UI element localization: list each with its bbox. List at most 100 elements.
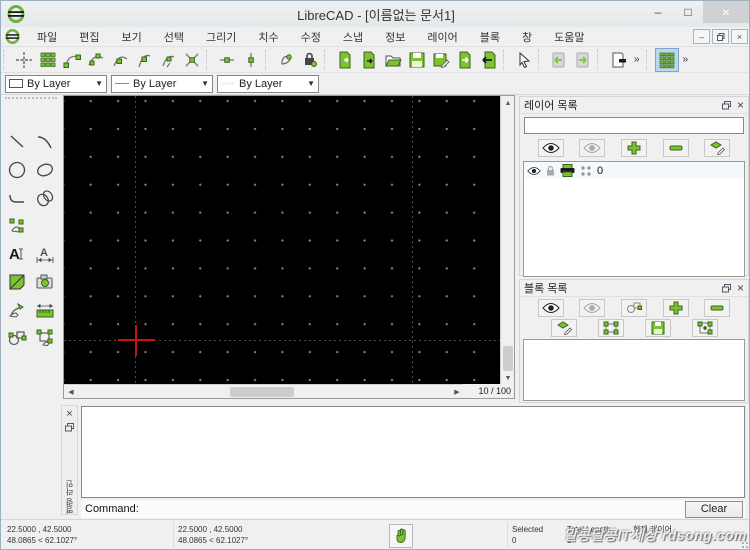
open-file-icon[interactable] xyxy=(381,48,405,72)
menu-draw[interactable]: 그리기 xyxy=(195,27,247,47)
layer-print-icon[interactable] xyxy=(560,164,575,177)
snap-on-entity-icon[interactable] xyxy=(84,48,108,72)
menu-modify[interactable]: 수정 xyxy=(290,27,332,47)
palette-handle[interactable] xyxy=(5,97,57,101)
vertical-scroll-thumb[interactable] xyxy=(503,346,513,371)
snap-center-icon[interactable] xyxy=(108,48,132,72)
float-panel-icon[interactable] xyxy=(721,100,731,110)
widget-options-icon[interactable] xyxy=(654,47,679,72)
hide-all-blocks-icon[interactable] xyxy=(579,299,606,317)
menu-view[interactable]: 보기 xyxy=(111,27,153,47)
edit-layer-icon[interactable] xyxy=(704,139,731,157)
menu-info[interactable]: 정보 xyxy=(374,27,416,47)
menu-snap[interactable]: 스냅 xyxy=(332,27,374,47)
edit-block-icon[interactable] xyxy=(550,319,577,337)
layer-construction-icon[interactable] xyxy=(580,165,592,177)
mdi-restore-icon[interactable] xyxy=(712,29,729,44)
save-icon[interactable] xyxy=(405,48,429,72)
save-as-icon[interactable] xyxy=(429,48,453,72)
command-dock-titlebar[interactable]: × 명령 라인 xyxy=(61,405,78,515)
remove-block-icon[interactable] xyxy=(704,299,731,317)
undo-icon[interactable] xyxy=(547,48,571,72)
menu-dimension[interactable]: 치수 xyxy=(247,27,289,47)
layer-lock-icon[interactable] xyxy=(546,165,555,176)
show-all-layers-icon[interactable] xyxy=(537,139,564,157)
layer-row[interactable]: 0 xyxy=(524,162,744,179)
close-icon[interactable]: × xyxy=(703,1,749,23)
vertical-scrollbar[interactable]: ▲ ▼ xyxy=(500,96,514,385)
grab-hand-icon[interactable] xyxy=(389,524,413,548)
command-input[interactable] xyxy=(139,501,685,517)
snap-distance-icon[interactable] xyxy=(156,48,180,72)
add-layer-icon[interactable] xyxy=(620,139,647,157)
text-tool-icon[interactable]: A xyxy=(4,241,30,267)
new-document-icon[interactable] xyxy=(333,48,357,72)
snap-middle-icon[interactable] xyxy=(132,48,156,72)
scroll-left-icon[interactable]: ◀ xyxy=(64,385,78,399)
toolbar-overflow-icon[interactable]: » xyxy=(679,54,693,65)
menu-layer[interactable]: 레이어 xyxy=(416,27,468,47)
mdi-close-icon[interactable]: × xyxy=(731,29,748,44)
lock-relative-zero-icon[interactable] xyxy=(298,48,322,72)
polyline-tool-icon[interactable] xyxy=(4,185,30,211)
snap-grid-icon[interactable] xyxy=(36,48,60,72)
layer-search-input[interactable] xyxy=(524,117,744,134)
new-from-template-icon[interactable] xyxy=(357,48,381,72)
save-block-icon[interactable] xyxy=(644,319,671,337)
line-tool-icon[interactable] xyxy=(4,129,30,155)
mdi-minimize-icon[interactable]: – xyxy=(693,29,710,44)
menu-help[interactable]: 도움말 xyxy=(543,27,595,47)
snap-endpoint-icon[interactable] xyxy=(60,48,84,72)
create-block-icon[interactable] xyxy=(620,299,647,317)
scroll-right-icon[interactable]: ▶ xyxy=(450,385,464,399)
linetype-dropdown[interactable]: By Layer ▼ xyxy=(111,74,213,93)
hatch-tool-icon[interactable] xyxy=(4,269,30,295)
horizontal-scroll-thumb[interactable] xyxy=(230,387,294,397)
selection-pointer-icon[interactable] xyxy=(512,48,536,72)
show-all-blocks-icon[interactable] xyxy=(537,299,564,317)
snap-free-icon[interactable] xyxy=(12,48,36,72)
add-block-icon[interactable] xyxy=(662,299,689,317)
restrict-horizontal-icon[interactable] xyxy=(215,48,239,72)
restrict-vertical-icon[interactable] xyxy=(239,48,263,72)
drawing-canvas[interactable] xyxy=(64,96,501,384)
command-history[interactable] xyxy=(81,406,745,498)
linewidth-dropdown[interactable]: By Layer ▼ xyxy=(217,74,319,93)
hide-all-layers-icon[interactable] xyxy=(579,139,606,157)
float-panel-icon[interactable] xyxy=(721,283,731,293)
remove-layer-icon[interactable] xyxy=(662,139,689,157)
maximize-icon[interactable]: □ xyxy=(673,1,703,23)
close-document-icon[interactable] xyxy=(477,48,501,72)
menu-edit[interactable]: 편집 xyxy=(68,27,110,47)
horizontal-scrollbar[interactable]: ◀ ▶ xyxy=(64,384,464,398)
highlight-block-icon[interactable] xyxy=(597,319,624,337)
dimension-tool-icon[interactable]: A xyxy=(32,241,58,267)
close-panel-icon[interactable]: × xyxy=(737,98,744,112)
close-panel-icon[interactable]: × xyxy=(737,281,744,295)
image-tool-icon[interactable] xyxy=(32,269,58,295)
block-tool-icon[interactable] xyxy=(4,325,30,351)
points-tool-icon[interactable] xyxy=(4,213,30,239)
redo-icon[interactable] xyxy=(571,48,595,72)
close-dock-icon[interactable]: × xyxy=(66,408,72,420)
export-icon[interactable] xyxy=(453,48,477,72)
arc-tool-icon[interactable] xyxy=(32,129,58,155)
menu-select[interactable]: 선택 xyxy=(153,27,195,47)
circle-tool-icon[interactable] xyxy=(4,157,30,183)
menu-file[interactable]: 파일 xyxy=(26,27,68,47)
menu-window[interactable]: 창 xyxy=(511,27,543,47)
scroll-up-icon[interactable]: ▲ xyxy=(501,96,515,110)
ellipse-tool-icon[interactable] xyxy=(32,157,58,183)
insert-block-icon[interactable] xyxy=(691,319,718,337)
measure-tool-icon[interactable] xyxy=(32,297,58,323)
minimize-icon[interactable]: – xyxy=(643,1,673,23)
layer-visibility-icon[interactable] xyxy=(527,166,541,176)
snap-intersection-icon[interactable] xyxy=(180,48,204,72)
print-preview-icon[interactable] xyxy=(606,48,630,72)
block-panel-titlebar[interactable]: 블록 목록 × xyxy=(520,280,748,297)
explode-tool-icon[interactable] xyxy=(32,325,58,351)
modify-tool-icon[interactable] xyxy=(4,297,30,323)
float-dock-icon[interactable] xyxy=(65,423,74,432)
set-relative-zero-icon[interactable] xyxy=(274,48,298,72)
toolbar-overflow-icon[interactable]: » xyxy=(630,54,644,65)
